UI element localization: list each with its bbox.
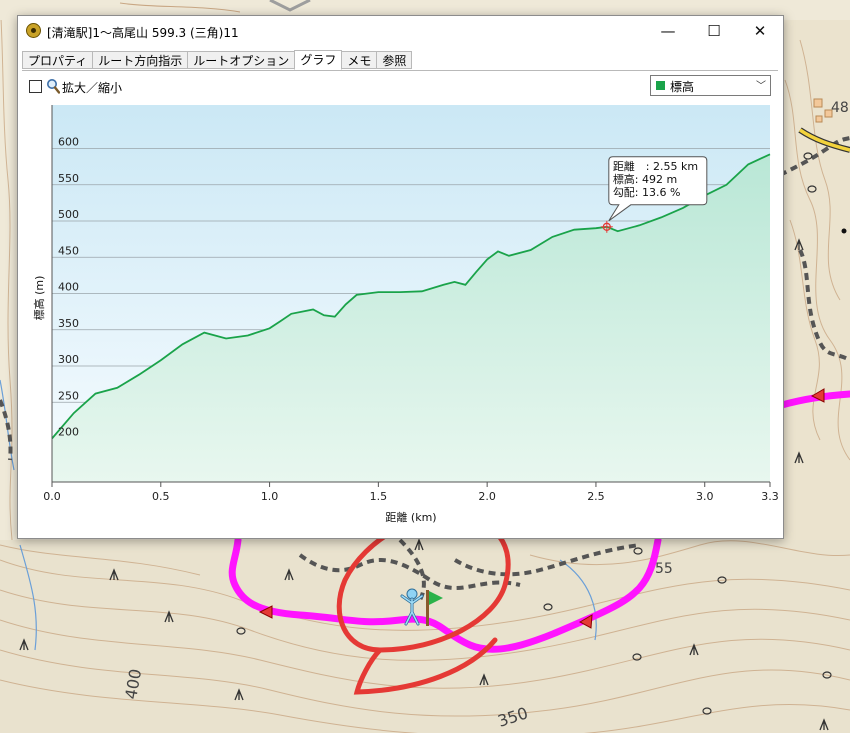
y-tick-label: 600 [58,136,79,149]
tooltip-distance: 距離 : 2.55 km [613,159,698,173]
contour-label-48: 48 [831,100,849,116]
y-tick-label: 450 [58,244,79,257]
y-axis-label: 標高 (m) [32,276,46,321]
y-tick-label: 550 [58,172,79,185]
x-tick-label: 1.5 [370,490,388,503]
contour-label-55: 55 [655,561,673,577]
tooltip-elevation: 標高: 492 m [613,172,677,186]
y-tick-label: 200 [58,426,79,439]
y-tick-label: 400 [58,281,79,294]
y-tick-label: 300 [58,353,79,366]
y-tick-label: 250 [58,389,79,402]
y-tick-label: 350 [58,317,79,330]
elevation-chart[interactable]: 200 250 300 350 400 450 500 550 600 0.0 0.5 1.0 1.5… [18,16,783,538]
x-axis-label: 距離 (km) [385,510,436,524]
x-tick-label: 0.0 [43,490,61,503]
x-tick-label: 1.0 [261,490,279,503]
x-tick-label: 2.5 [587,490,605,503]
x-tick-label: 3.0 [696,490,714,503]
x-tick-label: 0.5 [152,490,170,503]
x-tick-label: 3.3 [761,490,779,503]
tooltip-slope: 勾配: 13.6 % [613,186,681,199]
x-tick-label: 2.0 [478,490,496,503]
route-graph-window[interactable]: [清滝駅]1～高尾山 599.3 (三角)11 — ☐ ✕ プロパティ ルート方… [17,15,784,539]
y-tick-label: 500 [58,208,79,221]
